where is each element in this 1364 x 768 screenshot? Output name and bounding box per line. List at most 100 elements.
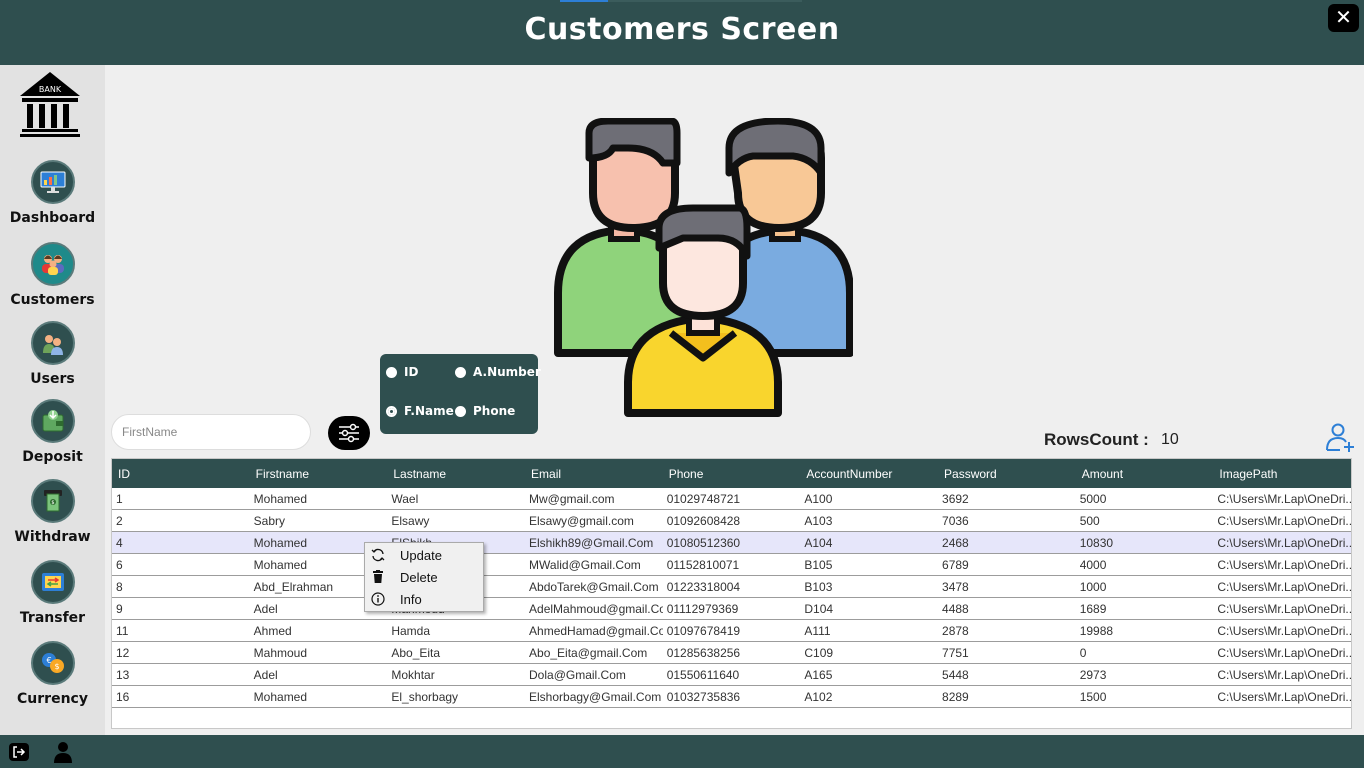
table-cell: Sabry [253,514,286,528]
table-cell: C:\Users\Mr.Lap\OneDri... [1217,580,1352,594]
table-cell: 2 [116,514,123,528]
table-row[interactable]: 8Abd_ElrahmanTarekAbdoTarek@Gmail.Com012… [112,576,1351,598]
title-accent [560,0,608,2]
table-row[interactable]: 9AdelMahmoudAdelMahmoud@gmail.Com0111297… [112,598,1351,620]
table-cell: AbdoTarek@Gmail.Com [529,580,659,594]
trash-icon [370,569,386,585]
logout-icon[interactable] [8,741,30,763]
table-cell: AdelMahmoud@gmail.Com [529,602,663,616]
menu-item-delete[interactable]: Delete [365,566,483,588]
table-cell: 0 [1079,646,1087,660]
page-title: Customers Screen [524,12,840,47]
table-row[interactable]: 4MohamedElShikhElshikh89@Gmail.Com010805… [112,532,1351,554]
table-cell: 01029748721 [666,492,741,506]
table-row[interactable]: 2 Sabry Elsawy Elsawy@gmail.com 01092608428 A… [112,510,1351,532]
table-row[interactable]: 13 Adel Mokhtar Dola@Gmail.Com 01550611640 A1… [112,664,1351,686]
filter-options-panel: ID A.Number F.Name Phone [380,354,541,434]
table-cell: 11 [116,624,129,638]
table-cell: 01550611640 [666,668,740,682]
sidebar-item-customers[interactable]: Customers [0,242,105,308]
table-cell: 2878 [942,624,969,638]
bank-logo-text: BANK [39,85,62,94]
column-header[interactable]: Firstname [250,459,388,488]
table-cell: AhmedHamad@gmail.Com [529,624,663,638]
sidebar-item-currency[interactable]: € $ Currency [0,641,105,707]
search-input[interactable] [111,414,311,450]
table-cell: Elshikh89@Gmail.Com [529,536,654,550]
table-row[interactable]: 16 Mohamed El_shorbagy Elshorbagy@Gmail.Com… [112,686,1351,708]
column-header[interactable]: Lastname [387,459,525,488]
table-cell: Mokhtar [391,668,435,682]
table-row[interactable]: 11 Ahmed Hamda AhmedHamad@gmail.Com 01097678… [112,620,1351,642]
filter-toggle-button[interactable] [328,416,370,450]
table-cell: 3692 [942,492,969,506]
sidebar-item-withdraw[interactable]: $ Withdraw [0,479,105,545]
table-cell: B103 [804,580,833,594]
table-row[interactable]: 12 Mahmoud Abo_Eita Abo_Eita@gmail.Com 01285… [112,642,1351,664]
radio-dot [455,366,466,378]
table-cell: 10830 [1079,536,1114,550]
table-cell: 12 [116,646,130,660]
sliders-icon [339,423,359,443]
table-cell: 01080512360 [666,536,741,550]
table-row[interactable]: 6MohamedWalidMWalid@Gmail.Com01152810071… [112,554,1351,576]
table-cell: 1 [116,492,123,506]
radio-dot [455,405,466,417]
table-cell: 2973 [1079,668,1107,682]
table-cell: C:\Users\Mr.Lap\OneDri... [1217,624,1352,638]
column-header[interactable]: Amount [1076,459,1214,488]
table-cell: Abo_Eita@gmail.Com [529,646,648,660]
column-header[interactable]: Phone [663,459,801,488]
table-cell: 8 [116,580,123,594]
sidebar-item-label: Customers [10,292,95,308]
sidebar-item-label: Users [30,371,75,387]
user-profile-icon[interactable] [52,741,74,763]
table-cell: Wael [391,492,419,506]
table-cell: Abo_Eita [391,646,441,660]
column-header[interactable]: Password [938,459,1076,488]
status-bar [0,735,1364,768]
table-cell: 7751 [942,646,969,660]
close-button[interactable]: ✕ [1328,4,1359,32]
table-cell: MWalid@Gmail.Com [529,558,641,572]
table-cell: 16 [116,690,130,704]
table-cell: A111 [804,624,831,638]
title-accent-2 [608,0,802,2]
table-cell: 1500 [1079,690,1107,704]
filter-radio-account-number[interactable]: A.Number [455,365,541,379]
refresh-icon [370,547,386,563]
table-cell: 500 [1079,514,1100,528]
column-header[interactable]: Email [525,459,663,488]
column-header[interactable]: ID [112,459,250,488]
sidebar-item-deposit[interactable]: Deposit [0,399,105,465]
menu-item-update[interactable]: Update [365,544,483,566]
table-cell: Mohamed [253,690,308,704]
svg-text:$: $ [51,500,54,506]
table-cell: 01223318004 [666,580,741,594]
filter-radio-phone[interactable]: Phone [455,404,515,418]
customers-illustration [554,118,853,417]
table-cell: A103 [804,514,833,528]
filter-radio-first-name[interactable]: F.Name [386,404,454,418]
table-cell: 1689 [1079,602,1107,616]
table-cell: 4000 [1079,558,1107,572]
table-cell: 01097678419 [666,624,741,638]
sidebar-item-dashboard[interactable]: Dashboard [0,160,105,226]
row-context-menu: Update Delete Info [364,542,484,612]
add-user-icon[interactable] [1324,422,1356,454]
transfer-icon [30,560,75,604]
table-cell: Mohamed [253,492,308,506]
table-cell: B105 [804,558,833,572]
table-cell: 8289 [942,690,969,704]
table-cell: Elsawy [391,514,430,528]
menu-item-info[interactable]: Info [365,588,483,610]
menu-item-label: Info [400,591,422,607]
filter-radio-id[interactable]: ID [386,365,418,379]
column-header[interactable]: AccountNumber [800,459,938,488]
sidebar-item-transfer[interactable]: Transfer [0,560,105,626]
table-cell: Elshorbagy@Gmail.Com [529,690,662,704]
column-header[interactable]: ImagePath [1213,459,1351,488]
table-row[interactable]: 1 Mohamed Wael Mw@gmail.com 01029748721 A100 3… [112,488,1351,510]
sidebar-item-users[interactable]: Users [0,321,105,387]
table-cell: C:\Users\Mr.Lap\OneDri... [1217,646,1352,660]
